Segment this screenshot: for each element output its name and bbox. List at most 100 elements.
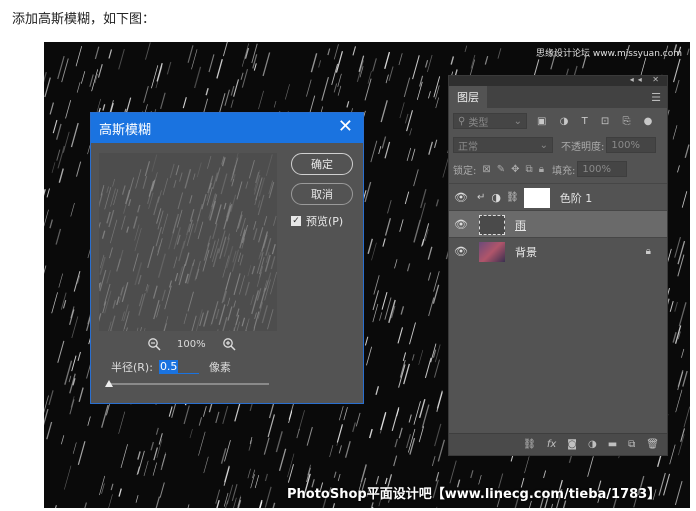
- fill-field[interactable]: 100%: [577, 161, 628, 177]
- ok-button[interactable]: 确定: [291, 153, 353, 175]
- rain-streak: [187, 504, 190, 508]
- lock-position-icon[interactable]: ✥: [511, 164, 519, 175]
- rain-streak: [529, 500, 532, 508]
- visibility-eye-icon[interactable]: 👁︎: [451, 191, 471, 204]
- rain-streak: [275, 431, 283, 453]
- rain-streak: [143, 460, 149, 477]
- rain-streak: [393, 455, 398, 467]
- rain-streak: [464, 45, 468, 53]
- lock-paint-icon[interactable]: ✎: [497, 164, 505, 175]
- rain-streak: [435, 97, 440, 109]
- slider-thumb[interactable]: [105, 380, 113, 387]
- rain-streak: [484, 55, 489, 65]
- rain-streak: [371, 242, 377, 261]
- rain-streak: [686, 48, 690, 56]
- rain-streak: [682, 370, 688, 387]
- radius-input[interactable]: 0.5: [158, 360, 199, 374]
- rain-streak: [356, 60, 364, 83]
- rain-streak: [434, 423, 442, 447]
- new-layer-icon[interactable]: ⧉: [628, 439, 635, 450]
- rain-streak: [318, 60, 322, 68]
- visibility-eye-icon[interactable]: 👁︎: [451, 218, 471, 231]
- cancel-button[interactable]: 取消: [291, 183, 353, 205]
- shape-filter-icon[interactable]: ⊡: [601, 116, 609, 127]
- radius-slider[interactable]: [105, 380, 269, 387]
- rain-streak: [398, 53, 403, 66]
- filter-toggle-icon[interactable]: ●: [644, 116, 653, 127]
- rain-streak: [135, 495, 139, 503]
- tab-layers[interactable]: 图层: [449, 86, 487, 108]
- preview-option[interactable]: ✓ 预览(P): [291, 213, 343, 229]
- rain-streak: [673, 58, 681, 83]
- rain-streak: [263, 437, 270, 455]
- lock-artboard-icon[interactable]: ⧉: [526, 164, 533, 175]
- adjustment-icon[interactable]: ◑: [588, 439, 597, 450]
- rain-streak: [672, 125, 678, 140]
- collapse-close-icon[interactable]: ◂◂ ✕: [630, 75, 663, 84]
- rain-streak: [404, 113, 409, 124]
- preview-checkbox[interactable]: ✓: [291, 216, 301, 226]
- rain-streak: [70, 202, 75, 217]
- rain-streak: [329, 445, 334, 458]
- rain-streak: [406, 263, 411, 272]
- rain-streak: [62, 131, 70, 153]
- rain-streak: [44, 408, 49, 426]
- rain-streak: [399, 359, 406, 378]
- rain-streak: [94, 46, 100, 60]
- rain-streak: [223, 467, 230, 486]
- radius-row: 半径(R): 0.5 像素: [111, 359, 231, 375]
- mask-icon[interactable]: ◙: [567, 439, 577, 450]
- rain-streak: [394, 259, 398, 269]
- rain-streak: [366, 346, 373, 366]
- trash-icon[interactable]: 🗑︎: [646, 439, 659, 450]
- lock-pixels-icon[interactable]: ⊠: [482, 164, 490, 175]
- rain-streak: [159, 482, 165, 498]
- rain-streak: [298, 410, 305, 431]
- layer-name: 背景: [515, 245, 537, 259]
- blend-mode-select[interactable]: 正常 ⌄: [453, 137, 553, 153]
- chain-link-icon[interactable]: ⛓︎: [506, 192, 519, 203]
- lock-all-icon[interactable]: 🔒︎: [539, 164, 544, 175]
- blur-preview[interactable]: [99, 153, 277, 331]
- smart-filter-icon[interactable]: ⎘: [622, 116, 630, 127]
- watermark-top: 思缘设计论坛 www.missyuan.com: [536, 49, 682, 59]
- visibility-eye-icon[interactable]: 👁︎: [451, 245, 471, 258]
- zoom-out-icon[interactable]: [147, 337, 161, 351]
- rain-streak: [51, 292, 58, 314]
- pixel-filter-icon[interactable]: ▣: [537, 116, 546, 127]
- rain-streak: [220, 448, 227, 464]
- levels-adjustment-icon: ◑: [491, 191, 501, 204]
- rain-streak: [152, 462, 157, 476]
- filter-kind-select[interactable]: ⚲ 类型 ⌄: [453, 113, 527, 129]
- chevron-down-icon: ⌄: [513, 115, 522, 127]
- close-icon[interactable]: ✕: [338, 118, 353, 136]
- panel-menu-icon[interactable]: ☰: [651, 91, 661, 104]
- rain-streak: [388, 66, 394, 81]
- rain-streak: [64, 360, 73, 385]
- layer-row[interactable]: 👁︎ 雨: [449, 210, 667, 238]
- layer-name: 雨: [515, 218, 526, 232]
- rain-streak: [278, 448, 287, 471]
- rain-streak: [51, 162, 56, 173]
- opacity-field[interactable]: 100%: [606, 137, 657, 153]
- rain-streak: [145, 42, 151, 60]
- rain-streak: [333, 83, 338, 93]
- link-icon[interactable]: ⛓︎: [523, 439, 536, 450]
- rain-streak: [402, 352, 407, 361]
- rain-streak: [344, 441, 351, 458]
- rain-streak: [216, 500, 220, 508]
- dialog-titlebar[interactable]: 高斯模糊 ✕: [91, 113, 363, 143]
- rain-streak: [419, 75, 424, 87]
- rain-streak: [108, 49, 113, 59]
- layer-row[interactable]: 👁︎ ↵ ◑ ⛓︎ 色阶 1: [449, 183, 667, 211]
- rain-photo: 思缘设计论坛 www.missyuan.com PhotoShop平面设计吧【w…: [44, 42, 690, 508]
- opacity-value: 100%: [611, 139, 640, 151]
- folder-icon[interactable]: ▬: [608, 439, 617, 450]
- fx-icon[interactable]: fx: [547, 439, 556, 450]
- zoom-controls: 100%: [131, 337, 252, 351]
- adjustment-filter-icon[interactable]: ◑: [560, 116, 569, 127]
- rain-streak: [433, 271, 440, 292]
- zoom-in-icon[interactable]: [222, 337, 236, 351]
- type-filter-icon[interactable]: T: [582, 116, 588, 127]
- layer-row[interactable]: 👁︎ 背景 🔒︎: [449, 237, 667, 265]
